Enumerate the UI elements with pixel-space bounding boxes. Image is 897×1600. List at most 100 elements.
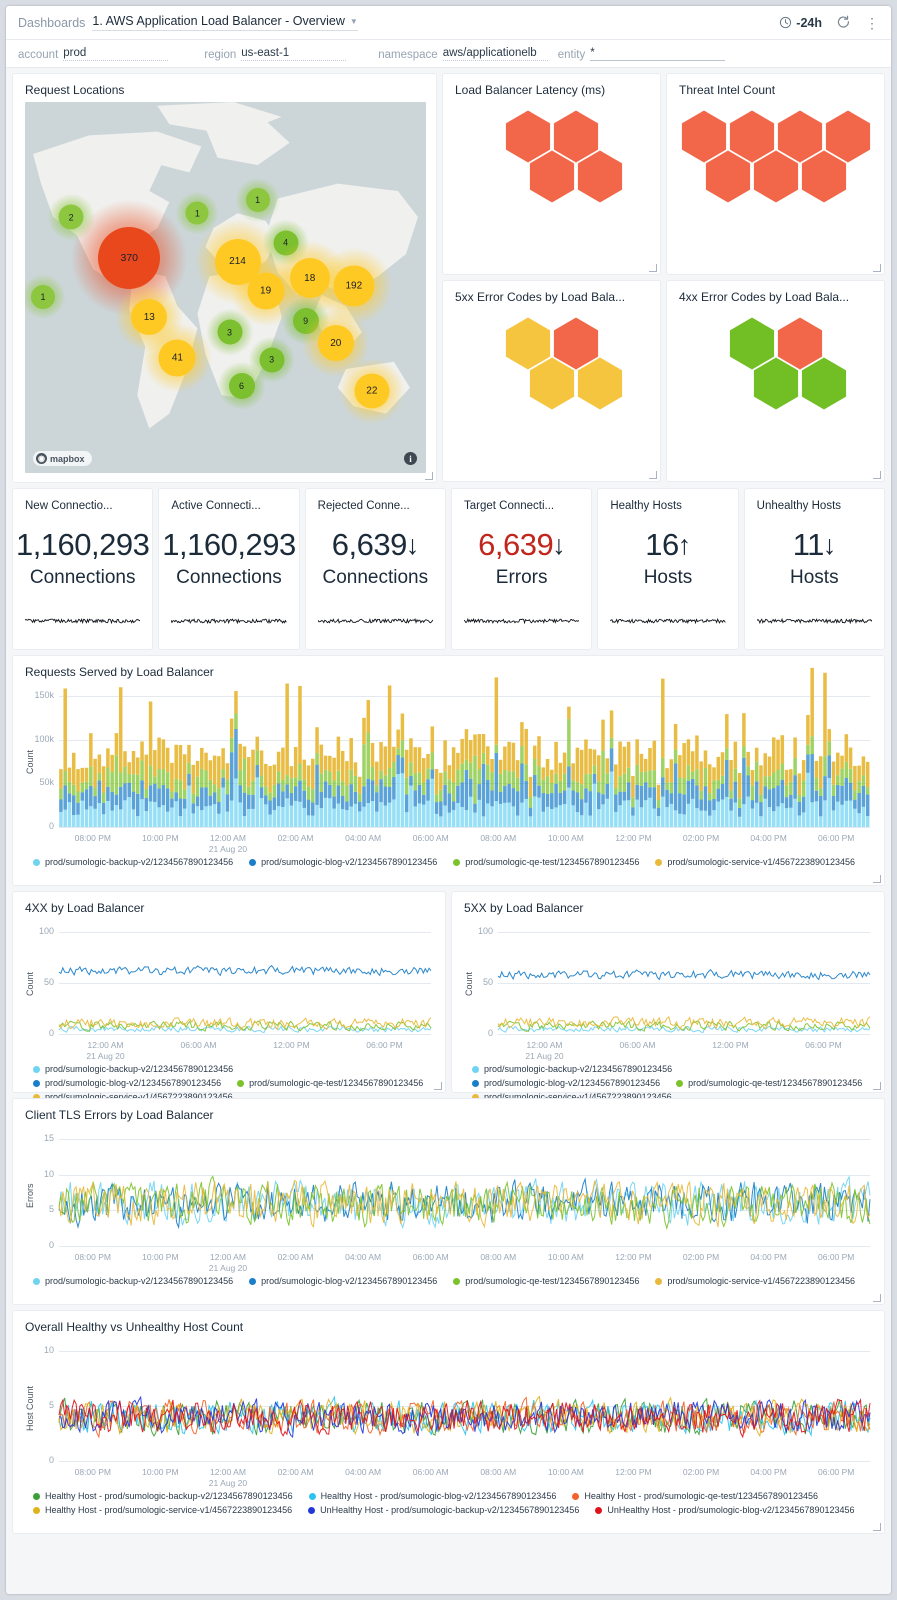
legend-label: prod/sumologic-qe-test/1234567890123456 (688, 1078, 863, 1088)
legend-item[interactable]: prod/sumologic-service-v1/45672238901234… (655, 1276, 855, 1286)
plot-area[interactable]: 0 5 10 (44, 1345, 871, 1465)
x-axis-date-label: 21 Aug 20 (208, 844, 248, 854)
legend-item[interactable]: Healthy Host - prod/sumologic-backup-v2/… (33, 1491, 293, 1501)
legend-item[interactable]: prod/sumologic-blog-v2/1234567890123456 (472, 1078, 660, 1088)
filter-namespace[interactable]: namespace aws/applicationelb (378, 47, 548, 61)
honeycomb-cell[interactable] (801, 150, 847, 203)
map-cluster-bubble[interactable]: 4 (273, 230, 299, 256)
honeycomb-cell[interactable] (705, 150, 751, 203)
filter-entity-value[interactable]: * (590, 47, 726, 61)
panel-resize-handle[interactable] (649, 264, 657, 272)
legend-item[interactable]: prod/sumologic-backup-v2/123456789012345… (33, 1276, 233, 1286)
map-cluster-bubble[interactable]: 20 (317, 325, 354, 362)
mapbox-attribution[interactable]: ◉ mapbox (33, 451, 92, 466)
filter-entity[interactable]: entity * (558, 47, 726, 61)
filter-region-value[interactable]: us-east-1 (241, 47, 347, 61)
plot-area[interactable]: 0 50 100 (39, 926, 432, 1038)
map-cluster-bubble[interactable]: 22 (354, 373, 390, 409)
legend-item[interactable]: Healthy Host - prod/sumologic-qe-test/12… (572, 1491, 818, 1501)
map-cluster-bubble[interactable]: 370 (98, 226, 161, 289)
panel-resize-handle[interactable] (873, 471, 881, 479)
honeycomb-cell[interactable] (577, 357, 623, 410)
legend-item[interactable]: UnHealthy Host - prod/sumologic-backup-v… (308, 1505, 579, 1515)
panel-resize-handle[interactable] (425, 472, 433, 480)
chart-4xx-by-load-balancer[interactable]: 0 50 100 Count 12:00 AM 21 Aug 20 06:00 AM 12:0… (13, 918, 445, 1102)
legend-item[interactable]: prod/sumologic-service-v1/45672238901234… (655, 857, 855, 867)
x-axis-date-label: 21 Aug 20 (525, 1051, 564, 1061)
x-axis-tick: 04:00 PM (750, 833, 787, 843)
legend-item[interactable]: prod/sumologic-blog-v2/1234567890123456 (249, 857, 437, 867)
info-icon[interactable]: i (404, 452, 417, 465)
legend-item[interactable]: prod/sumologic-backup-v2/123456789012345… (472, 1064, 672, 1074)
map-cluster-bubble[interactable]: 1 (245, 188, 270, 213)
honeycomb-load-balancer-latency[interactable] (443, 108, 660, 262)
legend-item[interactable]: Healthy Host - prod/sumologic-blog-v2/12… (308, 1491, 556, 1501)
legend-item[interactable]: prod/sumologic-qe-test/1234567890123456 (453, 1276, 639, 1286)
legend-item[interactable]: prod/sumologic-qe-test/1234567890123456 (453, 857, 639, 867)
plot-area[interactable]: 0 50k 100k 150k (34, 667, 870, 831)
map-cluster-bubble[interactable]: 1 (31, 284, 56, 309)
honeycomb-cell[interactable] (753, 357, 799, 410)
time-range-picker[interactable]: -24h (779, 16, 822, 30)
map-cluster-bubble[interactable]: 9 (292, 307, 319, 334)
honeycomb-4xx-error-codes[interactable] (667, 315, 884, 469)
map-cluster-bubble[interactable]: 1 (185, 201, 209, 225)
panel-resize-handle[interactable] (873, 1523, 881, 1531)
breadcrumb-dashboards[interactable]: Dashboards (18, 16, 85, 30)
map-cluster-bubble[interactable]: 192 (333, 265, 375, 307)
map-cluster-bubble[interactable]: 13 (131, 299, 168, 336)
panel-request-locations: Request Locations ◉ mapbox i 2 1 370 13 41 1 1… (13, 74, 436, 482)
map-cluster-bubble[interactable]: 41 (158, 339, 196, 377)
map-cluster-bubble[interactable]: 19 (247, 272, 285, 310)
panel-resize-handle[interactable] (873, 1294, 881, 1302)
chart-5xx-by-load-balancer[interactable]: 0 50 100 Count 12:00 AM 21 Aug 20 06:00 AM 12:0… (452, 918, 884, 1102)
honeycomb-cell[interactable] (529, 357, 575, 410)
legend-item[interactable]: Healthy Host - prod/sumologic-service-v1… (33, 1505, 292, 1515)
honeycomb-cell[interactable] (753, 150, 799, 203)
map-cluster-bubble[interactable]: 3 (259, 347, 285, 373)
chart-requests-served[interactable]: 0 50k 100k 150k Count 08:00 PM 10:00 PM 12:00 A… (13, 667, 884, 885)
honeycomb-5xx-error-codes[interactable] (443, 315, 660, 469)
legend-item[interactable]: prod/sumologic-qe-test/1234567890123456 (237, 1078, 423, 1088)
filter-account[interactable]: account prod (18, 47, 169, 61)
map-cluster-value: 3 (269, 354, 275, 365)
chart-healthy-vs-unhealthy[interactable]: 0 5 10 Host Count 08:00 PM 10:00 PM 12:00 AM 21… (13, 1337, 884, 1533)
map-cluster-value: 18 (304, 272, 316, 284)
map-cluster-bubble[interactable]: 18 (289, 258, 330, 299)
filter-namespace-value[interactable]: aws/applicationelb (442, 47, 548, 61)
panel-resize-handle[interactable] (434, 1082, 442, 1090)
y-axis-tick: 5 (48, 1400, 54, 1410)
legend-label: prod/sumologic-service-v1/45672238901234… (667, 857, 856, 867)
honeycomb-cell[interactable] (529, 150, 575, 203)
legend-item[interactable]: UnHealthy Host - prod/sumologic-blog-v2/… (595, 1505, 855, 1515)
filter-account-value[interactable]: prod (63, 47, 169, 61)
refresh-icon[interactable] (836, 15, 851, 30)
filter-region[interactable]: region us-east-1 (204, 47, 347, 61)
legend-item[interactable]: prod/sumologic-backup-v2/123456789012345… (33, 857, 233, 867)
legend-item[interactable]: prod/sumologic-backup-v2/123456789012345… (33, 1064, 233, 1074)
panel-resize-handle[interactable] (873, 875, 881, 883)
honeycomb-cell[interactable] (577, 150, 623, 203)
x-axis-tick: 02:00 PM (682, 1467, 720, 1477)
request-locations-map[interactable]: ◉ mapbox i 2 1 370 13 41 1 1 214 4 19 18 192 9 3 3 20 6 2… (25, 102, 426, 473)
chart-client-tls-errors[interactable]: 0 5 10 15 Errors 08:00 PM 10:00 PM 12:00 AM 21 A… (13, 1125, 884, 1304)
legend-item[interactable]: prod/sumologic-qe-test/1234567890123456 (676, 1078, 862, 1088)
kpi-value-row: 1,160,293 (159, 527, 298, 563)
kpi-sparkline (318, 613, 433, 629)
plot-area[interactable]: 0 50 100 (478, 926, 871, 1038)
panel-resize-handle[interactable] (873, 264, 881, 272)
map-cluster-bubble[interactable]: 3 (217, 319, 242, 345)
honeycomb-cell[interactable] (801, 357, 847, 410)
panel-resize-handle[interactable] (649, 471, 657, 479)
map-cluster-bubble[interactable]: 6 (228, 372, 255, 399)
panel-resize-handle[interactable] (873, 1082, 881, 1090)
honeycomb-threat-intel-count[interactable] (667, 108, 884, 262)
dashboard-title-selector[interactable]: 1. AWS Application Load Balancer - Overv… (92, 14, 358, 31)
kebab-menu-icon[interactable]: ⋮ (865, 16, 879, 30)
map-cluster-bubble[interactable]: 2 (58, 204, 84, 230)
legend-item[interactable]: prod/sumologic-blog-v2/1234567890123456 (33, 1078, 221, 1088)
x-axis-tick: 12:00 PM (273, 1040, 310, 1050)
plot-area[interactable]: 0 5 10 15 (44, 1133, 871, 1250)
legend-item[interactable]: prod/sumologic-blog-v2/1234567890123456 (249, 1276, 437, 1286)
x-axis-tick: 04:00 AM (345, 1467, 382, 1477)
